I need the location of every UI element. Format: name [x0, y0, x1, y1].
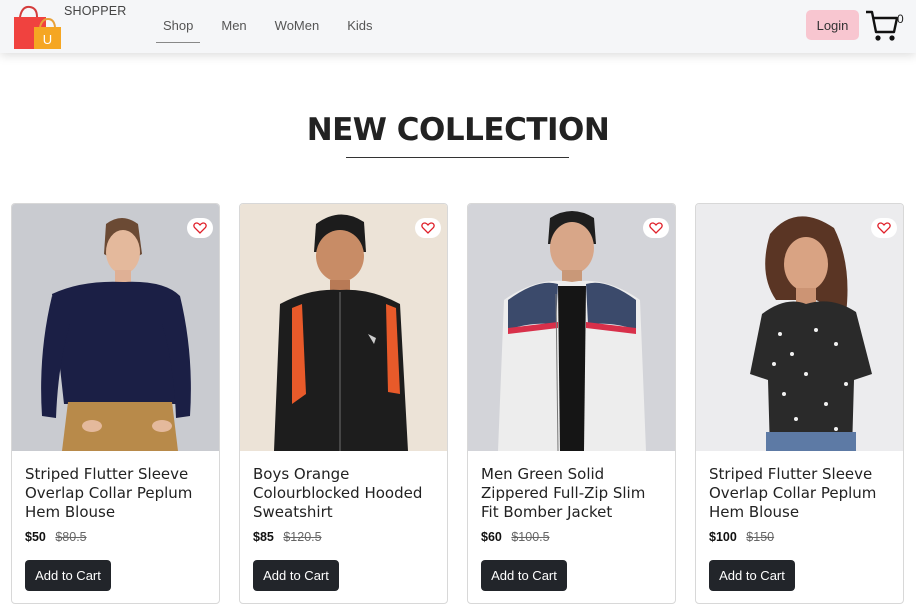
price-row: $60 $100.5	[481, 530, 550, 544]
nav-item-women[interactable]: WoMen	[268, 10, 327, 43]
wishlist-heart-icon[interactable]	[871, 218, 897, 238]
nav-item-shop[interactable]: Shop	[156, 10, 201, 43]
price-row: $85 $120.5	[253, 530, 322, 544]
product-name[interactable]: Striped Flutter Sleeve Overlap Collar Pe…	[709, 465, 894, 522]
product-old-price: $100.5	[511, 530, 550, 544]
nav-item-kids[interactable]: Kids	[340, 10, 379, 43]
product-name[interactable]: Striped Flutter Sleeve Overlap Collar Pe…	[25, 465, 210, 522]
wishlist-heart-icon[interactable]	[415, 218, 441, 238]
wishlist-heart-icon[interactable]	[187, 218, 213, 238]
wishlist-heart-icon[interactable]	[643, 218, 669, 238]
add-to-cart-button[interactable]: Add to Cart	[25, 560, 111, 591]
product-name[interactable]: Men Green Solid Zippered Full-Zip Slim F…	[481, 465, 666, 522]
product-image[interactable]	[468, 204, 675, 451]
product-old-price: $120.5	[283, 530, 322, 544]
product-name[interactable]: Boys Orange Colourblocked Hooded Sweatsh…	[253, 465, 438, 522]
logo-letter: U	[43, 32, 52, 47]
product-price: $60	[481, 530, 502, 544]
section-title: NEW COLLECTION	[306, 112, 610, 148]
title-underline	[346, 157, 569, 158]
add-to-cart-button[interactable]: Add to Cart	[253, 560, 339, 591]
login-button[interactable]: Login	[806, 10, 859, 40]
price-row: $100 $150	[709, 530, 774, 544]
navbar: U SHOPPER Shop Men WoMen Kids Login 0	[0, 0, 916, 53]
cart-icon[interactable]	[864, 6, 900, 44]
product-old-price: $80.5	[55, 530, 87, 544]
add-to-cart-button[interactable]: Add to Cart	[709, 560, 795, 591]
product-image[interactable]	[240, 204, 447, 451]
product-old-price: $150	[746, 530, 775, 544]
product-card[interactable]: Boys Orange Colourblocked Hooded Sweatsh…	[239, 203, 448, 604]
price-row: $50 $80.5	[25, 530, 87, 544]
product-price: $100	[709, 530, 737, 544]
nav-item-men[interactable]: Men	[214, 10, 253, 43]
product-card[interactable]: Men Green Solid Zippered Full-Zip Slim F…	[467, 203, 676, 604]
product-price: $50	[25, 530, 46, 544]
shopping-bag-logo-icon[interactable]: U	[12, 3, 64, 51]
cart-count-badge: 0	[897, 12, 904, 26]
add-to-cart-button[interactable]: Add to Cart	[481, 560, 567, 591]
product-price: $85	[253, 530, 274, 544]
main-nav: Shop Men WoMen Kids	[156, 10, 394, 43]
product-card[interactable]: Striped Flutter Sleeve Overlap Collar Pe…	[695, 203, 904, 604]
product-card[interactable]: Striped Flutter Sleeve Overlap Collar Pe…	[11, 203, 220, 604]
product-image[interactable]	[696, 204, 903, 451]
product-image[interactable]	[12, 204, 219, 451]
brand-name: SHOPPER	[64, 4, 127, 18]
